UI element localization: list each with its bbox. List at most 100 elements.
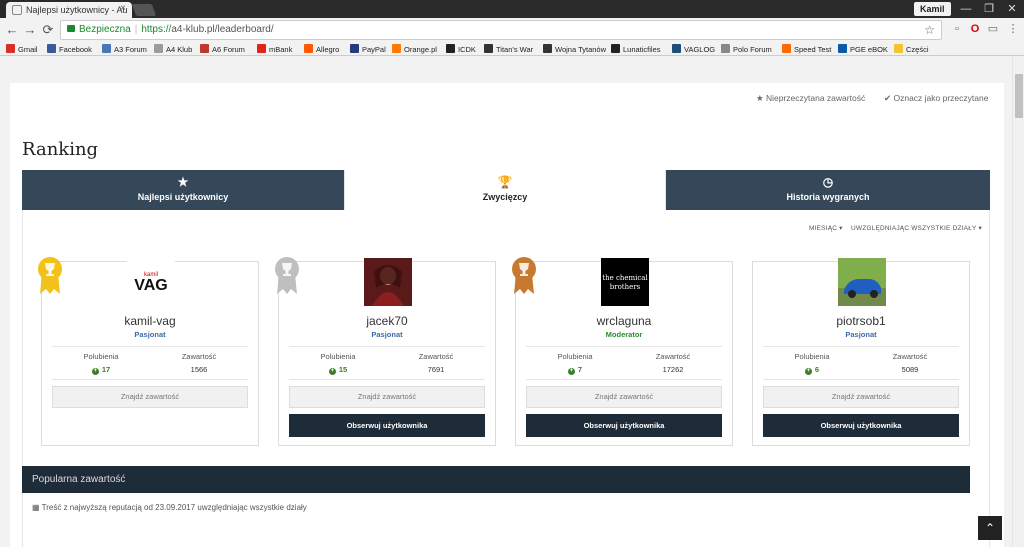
forward-icon[interactable]: → [22,22,38,38]
bookmark-label: VAGLOG [684,45,716,54]
stats-row: Polubienia +7 Zawartość 17262 [526,346,722,380]
bookmark-item[interactable]: Orange.pl [392,44,437,56]
plus-icon: + [567,368,575,375]
bookmark-item[interactable]: PGE eBOK [838,44,888,56]
bookmark-item[interactable]: Lunaticfiles [611,44,661,56]
menu-icon[interactable]: ⋮ [1006,22,1020,36]
lock-icon [67,25,75,32]
unread-content-link[interactable]: ★ Nieprzeczytana zawartość [756,93,865,104]
bookmark-label: Speed Test [794,45,832,54]
content-label: Zawartość [181,352,217,361]
extension-icon[interactable]: ▫ [950,22,964,36]
avatar[interactable]: VAG kamil [127,258,175,306]
bookmark-label: A3 Forum [114,45,147,54]
avatar[interactable] [364,258,412,306]
bookmark-favicon-icon [543,44,552,53]
bookmark-item[interactable]: Speed Test [782,44,831,56]
back-icon[interactable]: ← [4,22,20,38]
bookmark-star-icon[interactable]: ☆ [924,21,935,39]
bookmark-item[interactable]: PayPal [350,44,386,56]
bookmark-label: Polo Forum [733,45,772,54]
stats-row: Polubienia +17 Zawartość 1566 [52,346,248,380]
bookmark-item[interactable]: VAGLOG [672,44,715,56]
bookmark-favicon-icon [672,44,681,53]
username-link[interactable]: jacek70 [279,314,495,328]
bookmark-item[interactable]: Części [894,44,929,56]
extension-icon[interactable]: ▭ [986,22,1000,36]
bookmark-label: Gmail [18,45,38,54]
mark-read-link[interactable]: ✔ Oznacz jako przeczytane [884,93,988,104]
find-content-button[interactable]: Znajdź zawartość [526,386,722,408]
bookmark-label: Orange.pl [404,45,437,54]
period-label: MIESIĄC [809,225,838,232]
reload-icon[interactable]: ⟳ [40,22,56,38]
bookmark-item[interactable]: ICDK [446,44,476,56]
bookmark-item[interactable]: Gmail [6,44,38,56]
bookmark-item[interactable]: Allegro [304,44,339,56]
bookmark-label: Allegro [316,45,340,54]
bookmark-favicon-icon [154,44,163,53]
vertical-scrollbar[interactable] [1012,57,1024,547]
browser-tab[interactable]: Najlepsi użytkownicy - Au × [6,2,132,18]
profile-name[interactable]: Kamil [914,2,951,16]
period-filter[interactable]: MIESIĄC ▾ [809,224,843,232]
likes-stat: Polubienia +7 [526,352,624,375]
bookmark-item[interactable]: A6 Forum [200,44,245,56]
follow-user-button[interactable]: Obserwuj użytkownika [763,414,959,437]
find-content-button[interactable]: Znajdź zawartość [763,386,959,408]
tab-top-members[interactable]: ★ Najlepsi użytkownicy [22,170,344,210]
avatar[interactable]: the chemical brothers [601,258,649,306]
mark-read-label: Oznacz jako przeczytane [893,93,989,103]
chevron-down-icon: ▾ [978,225,982,232]
find-content-button[interactable]: Znajdź zawartość [289,386,485,408]
bookmark-item[interactable]: A4 Klub [154,44,192,56]
likes-value: 6 [814,365,820,374]
content-stat: Zawartość 17262 [624,352,722,374]
member-group: Moderator [605,330,643,339]
bookmark-item[interactable]: Wojna Tytanów [543,44,606,56]
tab-past-leaders[interactable]: ◷ Historia wygranych [666,170,990,210]
bookmark-item[interactable]: Facebook [47,44,92,56]
opera-extension-icon[interactable]: O [968,22,982,36]
scope-filter[interactable]: UWZGLĘDNIAJĄC WSZYSTKIE DZIAŁY ▾ [851,224,982,232]
tab-close-icon[interactable]: × [120,3,126,14]
bookmark-item[interactable]: A3 Forum [102,44,147,56]
bookmark-favicon-icon [6,44,15,53]
bookmark-item[interactable]: Polo Forum [721,44,772,56]
bookmark-favicon-icon [47,44,56,53]
close-window-icon[interactable]: ✕ [1001,0,1023,18]
follow-user-button[interactable]: Obserwuj użytkownika [526,414,722,437]
member-group: Pasjonat [134,330,166,339]
bookmark-item[interactable]: mBank [257,44,292,56]
tab-winners[interactable]: 🏆 Zwycięzcy [344,170,666,210]
scrollbar-thumb[interactable] [1015,74,1023,118]
url-separator: | [134,24,138,35]
bookmark-favicon-icon [350,44,359,53]
follow-user-button[interactable]: Obserwuj użytkownika [289,414,485,437]
minimize-icon[interactable]: — [955,0,977,18]
svg-text:kamil: kamil [144,272,158,278]
popular-content-header: Popularna zawartość [22,466,970,493]
likes-stat: Polubienia +6 [763,352,861,375]
content-stat: Zawartość 7691 [387,352,485,374]
address-bar[interactable]: Bezpieczna | https://a4-klub.pl/leaderboar… [60,20,942,40]
page-viewport: ★ Nieprzeczytana zawartość ✔ Oznacz jako… [0,57,1012,547]
ranking-tabs: ★ Najlepsi użytkownicy 🏆 Zwycięzcy ◷ His… [22,170,990,210]
bookmark-item[interactable]: Titan's War [484,44,533,56]
bookmark-label: A6 Forum [212,45,245,54]
tab-label: Zwycięzcy [482,192,528,202]
username-link[interactable]: piotrsob1 [753,314,969,328]
likes-value: 7 [577,365,583,374]
username-link[interactable]: kamil-vag [42,314,258,328]
bookmark-favicon-icon [200,44,209,53]
tab-title: Najlepsi użytkownicy - Au [26,5,128,15]
username-link[interactable]: wrclaguna [516,314,732,328]
find-content-button[interactable]: Znajdź zawartość [52,386,248,408]
svg-text:VAG: VAG [134,277,167,294]
restore-icon[interactable]: ❐ [978,0,1000,18]
scroll-to-top-button[interactable]: ⌃ [978,516,1002,540]
avatar[interactable] [838,258,886,306]
medal-icon [273,256,301,296]
bookmark-favicon-icon [782,44,791,53]
new-tab-button[interactable] [131,4,157,16]
